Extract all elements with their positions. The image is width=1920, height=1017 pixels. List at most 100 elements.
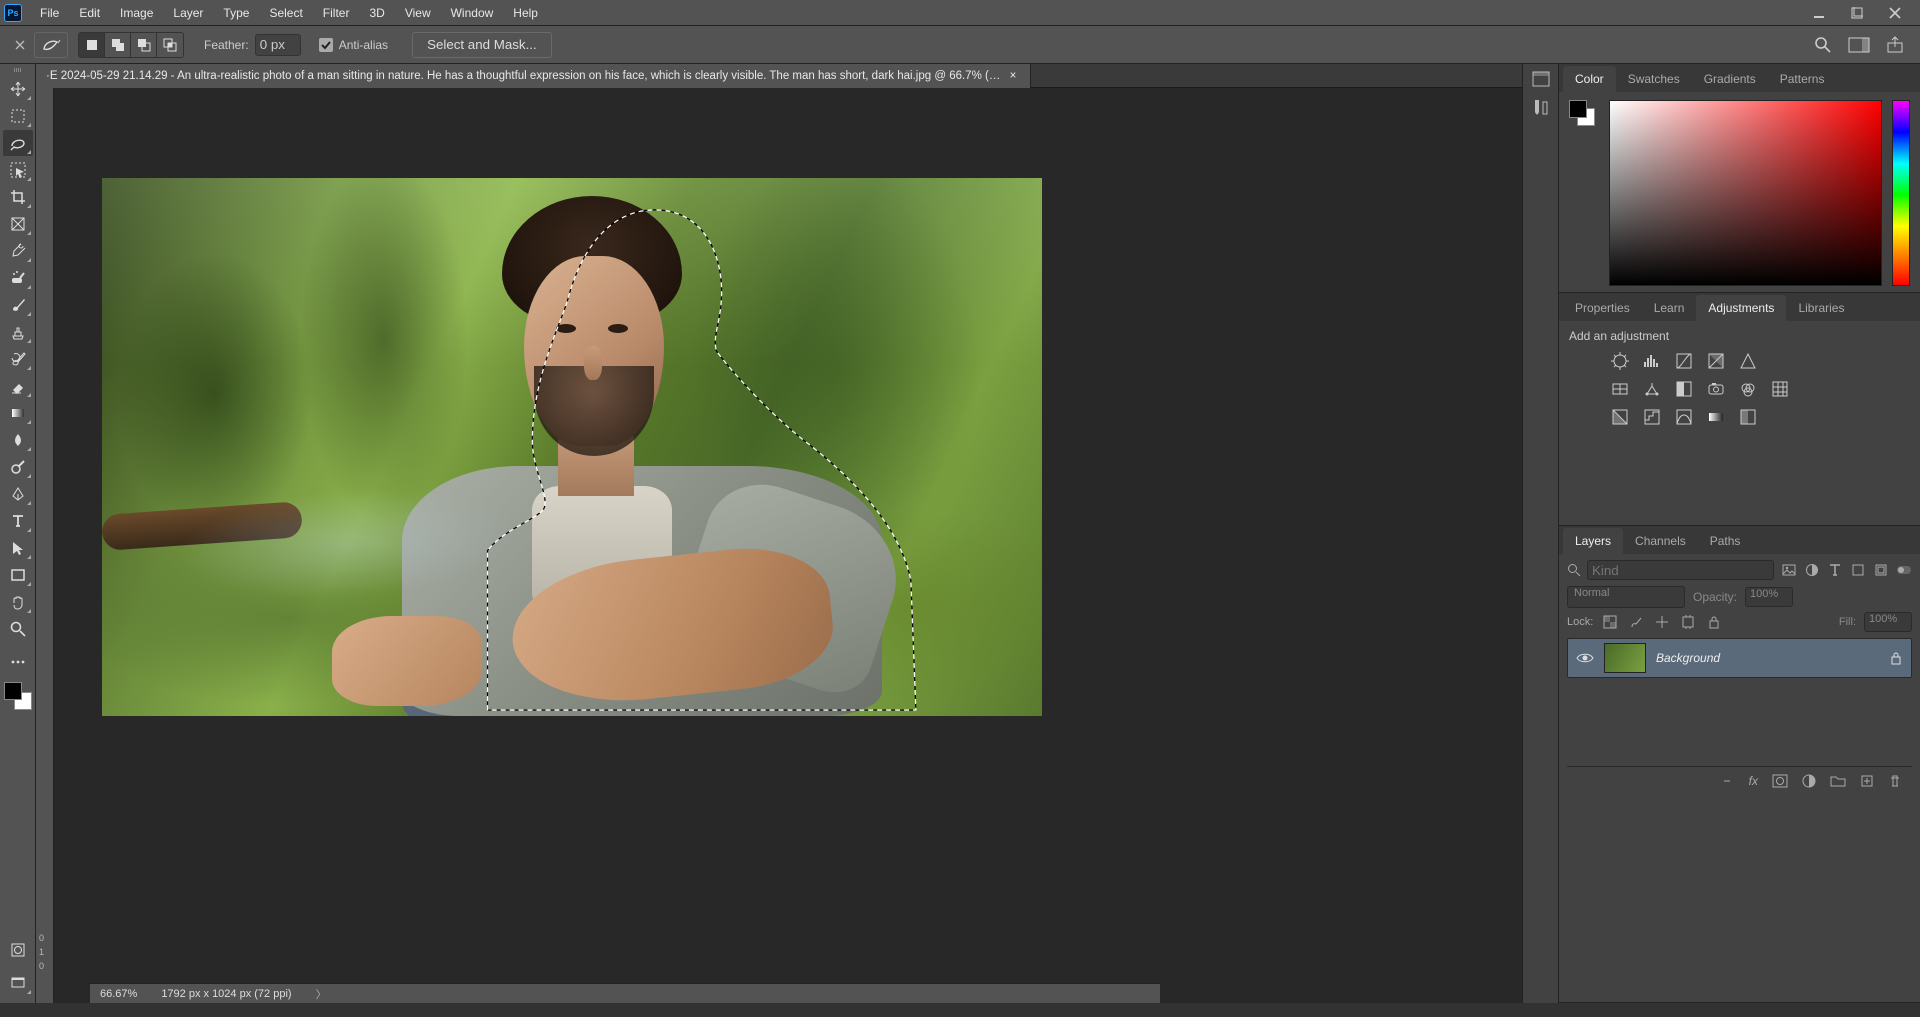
eyedropper-tool[interactable] <box>3 238 33 264</box>
menu-3d[interactable]: 3D <box>359 3 394 23</box>
tab-learn[interactable]: Learn <box>1642 295 1697 321</box>
color-hue-slider[interactable] <box>1892 100 1910 286</box>
menu-window[interactable]: Window <box>441 3 504 23</box>
adj-curves-icon[interactable] <box>1673 351 1695 371</box>
canvas-viewport[interactable]: 66.67% 1792 px x 1024 px (72 ppi) 〉 <box>54 106 1522 1003</box>
adj-channel-mixer-icon[interactable] <box>1737 379 1759 399</box>
menu-select[interactable]: Select <box>259 3 312 23</box>
menu-layer[interactable]: Layer <box>163 3 213 23</box>
hand-tool[interactable] <box>3 589 33 615</box>
tab-channels[interactable]: Channels <box>1623 528 1698 554</box>
tab-paths[interactable]: Paths <box>1698 528 1753 554</box>
rectangle-tool[interactable] <box>3 562 33 588</box>
spot-healing-brush-tool[interactable] <box>3 265 33 291</box>
tab-libraries[interactable]: Libraries <box>1786 295 1856 321</box>
quick-mask-icon[interactable] <box>3 937 33 963</box>
fill-input[interactable]: 100% <box>1864 612 1912 632</box>
move-tool[interactable] <box>3 76 33 102</box>
new-group-icon[interactable] <box>1830 774 1846 787</box>
search-icon[interactable] <box>1814 36 1832 54</box>
object-selection-tool[interactable] <box>3 157 33 183</box>
foreground-background-colors[interactable] <box>4 682 32 710</box>
lock-all-icon[interactable] <box>1705 613 1723 631</box>
dodge-tool[interactable] <box>3 454 33 480</box>
zoom-tool[interactable] <box>3 616 33 642</box>
filter-toggle-icon[interactable] <box>1895 560 1912 580</box>
pen-tool[interactable] <box>3 481 33 507</box>
layer-search-icon[interactable] <box>1567 563 1581 577</box>
tab-layers[interactable]: Layers <box>1563 528 1623 554</box>
adj-brightness-contrast-icon[interactable] <box>1609 351 1631 371</box>
adj-color-balance-icon[interactable] <box>1641 379 1663 399</box>
filter-shape-icon[interactable] <box>1849 560 1866 580</box>
adj-selective-color-icon[interactable] <box>1737 407 1759 427</box>
adj-gradient-map-icon[interactable] <box>1705 407 1727 427</box>
layer-row-background[interactable]: Background <box>1567 638 1912 678</box>
adj-exposure-icon[interactable] <box>1705 351 1727 371</box>
status-chevron-icon[interactable]: 〉 <box>316 986 327 1002</box>
layer-style-icon[interactable]: fx <box>1749 774 1758 788</box>
gradient-tool[interactable] <box>3 400 33 426</box>
menu-help[interactable]: Help <box>503 3 548 23</box>
brush-settings-panel-icon[interactable] <box>1531 98 1551 118</box>
add-mask-icon[interactable] <box>1772 774 1788 788</box>
lasso-tool[interactable] <box>3 130 33 156</box>
menu-type[interactable]: Type <box>213 3 259 23</box>
lock-position-icon[interactable] <box>1653 613 1671 631</box>
frame-tool[interactable] <box>3 211 33 237</box>
menu-filter[interactable]: Filter <box>313 3 360 23</box>
workspace-switcher-icon[interactable] <box>1848 37 1870 53</box>
clone-stamp-tool[interactable] <box>3 319 33 345</box>
history-panel-icon[interactable] <box>1531 70 1551 88</box>
selection-new[interactable] <box>79 33 105 57</box>
tab-properties[interactable]: Properties <box>1563 295 1642 321</box>
selection-subtract[interactable] <box>131 33 157 57</box>
path-selection-tool[interactable] <box>3 535 33 561</box>
selection-add[interactable] <box>105 33 131 57</box>
adj-hue-saturation-icon[interactable] <box>1609 379 1631 399</box>
menu-edit[interactable]: Edit <box>69 3 110 23</box>
edit-toolbar-icon[interactable] <box>3 649 33 675</box>
adj-levels-icon[interactable] <box>1641 351 1663 371</box>
type-tool[interactable] <box>3 508 33 534</box>
adj-black-white-icon[interactable] <box>1673 379 1695 399</box>
eraser-tool[interactable] <box>3 373 33 399</box>
lock-transparency-icon[interactable] <box>1601 613 1619 631</box>
color-fgbg-swatch[interactable] <box>1569 100 1599 284</box>
adj-posterize-icon[interactable] <box>1641 407 1663 427</box>
tab-color[interactable]: Color <box>1563 66 1616 92</box>
tab-gradients[interactable]: Gradients <box>1692 66 1768 92</box>
brush-tool[interactable] <box>3 292 33 318</box>
link-layers-icon[interactable] <box>1719 775 1735 787</box>
close-button[interactable] <box>1882 5 1908 21</box>
blur-tool[interactable] <box>3 427 33 453</box>
lock-artboard-icon[interactable] <box>1679 613 1697 631</box>
adj-photo-filter-icon[interactable] <box>1705 379 1727 399</box>
adj-invert-icon[interactable] <box>1609 407 1631 427</box>
color-saturation-field[interactable] <box>1609 100 1882 286</box>
adj-color-lookup-icon[interactable] <box>1769 379 1791 399</box>
document-tab[interactable]: ·E 2024-05-29 21.14.29 - An ultra-realis… <box>36 64 1031 88</box>
delete-layer-icon[interactable] <box>1888 774 1902 788</box>
filter-pixel-icon[interactable] <box>1780 560 1797 580</box>
anti-alias-checkbox[interactable] <box>319 38 333 52</box>
tab-patterns[interactable]: Patterns <box>1768 66 1837 92</box>
adj-vibrance-icon[interactable] <box>1737 351 1759 371</box>
filter-smart-icon[interactable] <box>1872 560 1889 580</box>
blend-mode-select[interactable]: Normal <box>1567 586 1685 608</box>
tab-adjustments[interactable]: Adjustments <box>1696 295 1786 321</box>
status-zoom[interactable]: 66.67% <box>100 988 137 1000</box>
menu-image[interactable]: Image <box>110 3 163 23</box>
tab-swatches[interactable]: Swatches <box>1616 66 1692 92</box>
filter-adjust-icon[interactable] <box>1803 560 1820 580</box>
screen-mode-icon[interactable] <box>3 970 33 996</box>
document-tab-close-icon[interactable]: × <box>1006 70 1020 82</box>
filter-type-icon[interactable] <box>1826 560 1843 580</box>
maximize-button[interactable] <box>1844 5 1870 21</box>
adj-threshold-icon[interactable] <box>1673 407 1695 427</box>
opacity-input[interactable]: 100% <box>1745 587 1793 607</box>
crop-tool[interactable] <box>3 184 33 210</box>
layer-filter-kind[interactable] <box>1587 560 1774 580</box>
menu-file[interactable]: File <box>30 3 69 23</box>
selection-intersect[interactable] <box>157 33 183 57</box>
